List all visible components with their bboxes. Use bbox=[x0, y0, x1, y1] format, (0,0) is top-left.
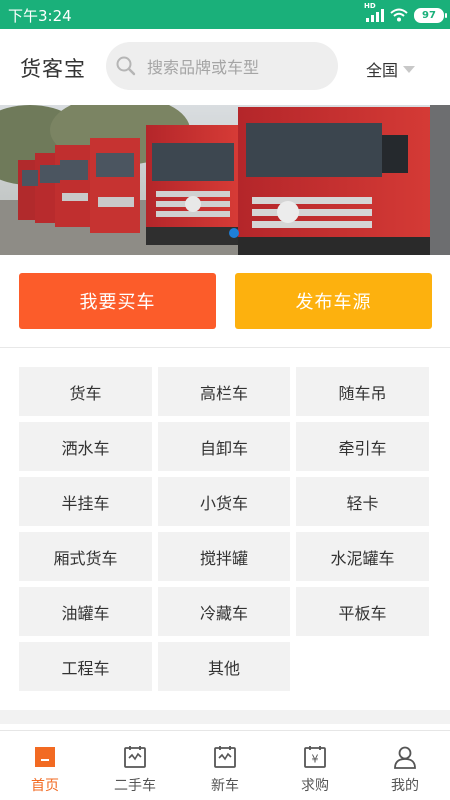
banner-carousel[interactable] bbox=[0, 105, 450, 255]
category-item[interactable]: 自卸车 bbox=[158, 422, 290, 471]
wifi-icon bbox=[390, 8, 408, 22]
search-input[interactable]: 搜索品牌或车型 bbox=[106, 42, 338, 90]
tab-used-car[interactable]: 二手车 bbox=[90, 731, 180, 800]
category-item[interactable]: 半挂车 bbox=[19, 477, 152, 526]
category-item[interactable]: 搅拌罐 bbox=[158, 532, 290, 581]
status-icons: HD 97 bbox=[364, 2, 447, 25]
svg-text:¥: ¥ bbox=[312, 753, 319, 766]
battery-level: 97 bbox=[422, 9, 436, 21]
category-item[interactable]: 随车吊 bbox=[296, 367, 429, 416]
app-logo: 货客宝 bbox=[20, 57, 86, 81]
category-item[interactable]: 平板车 bbox=[296, 587, 429, 636]
bottom-tab-bar: 首页 二手车 新车 ¥ 求购 我的 bbox=[0, 730, 450, 800]
status-time: 下午3:24 bbox=[8, 7, 72, 25]
banner-image bbox=[0, 105, 450, 255]
category-item[interactable]: 货车 bbox=[19, 367, 152, 416]
buy-car-button[interactable]: 我要买车 bbox=[19, 273, 216, 329]
network-type: HD bbox=[364, 2, 376, 10]
tab-label: 求购 bbox=[301, 778, 329, 794]
search-placeholder: 搜索品牌或车型 bbox=[147, 58, 260, 77]
chevron-down-icon bbox=[403, 66, 416, 73]
search-icon bbox=[116, 56, 136, 76]
tab-label: 二手车 bbox=[114, 778, 156, 794]
status-bar: 下午3:24 HD 97 bbox=[0, 0, 450, 29]
tab-label: 新车 bbox=[211, 778, 239, 794]
category-item[interactable]: 油罐车 bbox=[19, 587, 152, 636]
tab-label: 我的 bbox=[391, 778, 419, 794]
tab-purchase[interactable]: ¥ 求购 bbox=[270, 731, 360, 800]
region-label: 全国 bbox=[366, 61, 399, 80]
category-item[interactable]: 冷藏车 bbox=[158, 587, 290, 636]
category-item[interactable]: 小货车 bbox=[158, 477, 290, 526]
category-item[interactable]: 高栏车 bbox=[158, 367, 290, 416]
app-root: 下午3:24 HD 97 货客宝 搜索品牌或车型 全国 我要买车 发布车源 货车… bbox=[0, 0, 450, 800]
battery-icon: 97 bbox=[414, 7, 447, 23]
section-divider bbox=[0, 347, 450, 348]
category-grid: 货车 高栏车 随车吊洒水车 自卸车 牵引车半挂车 小货车 轻卡厢式货车 搅拌罐 水泥罐车油罐车冷… bbox=[19, 367, 431, 691]
carousel-indicator[interactable] bbox=[229, 228, 239, 238]
signal-icon: HD bbox=[364, 2, 384, 22]
profile-icon bbox=[394, 746, 416, 769]
category-item[interactable]: 轻卡 bbox=[296, 477, 429, 526]
tab-profile[interactable]: 我的 bbox=[360, 731, 450, 800]
category-item[interactable]: 工程车 bbox=[19, 642, 152, 691]
tab-new-car[interactable]: 新车 bbox=[180, 731, 270, 800]
category-item[interactable]: 洒水车 bbox=[19, 422, 152, 471]
category-item[interactable]: 厢式货车 bbox=[19, 532, 152, 581]
publish-car-button[interactable]: 发布车源 bbox=[235, 273, 432, 329]
tab-label: 首页 bbox=[31, 778, 59, 794]
top-header: 货客宝 搜索品牌或车型 全国 bbox=[0, 29, 450, 105]
region-selector[interactable]: 全国 bbox=[366, 57, 416, 81]
category-item[interactable]: 牵引车 bbox=[296, 422, 429, 471]
category-item[interactable]: 其他 bbox=[158, 642, 290, 691]
category-item[interactable]: 水泥罐车 bbox=[296, 532, 429, 581]
used-car-icon bbox=[124, 746, 146, 768]
tab-home[interactable]: 首页 bbox=[0, 731, 90, 800]
purchase-icon: ¥ bbox=[304, 746, 326, 768]
section-gap bbox=[0, 710, 450, 724]
new-car-icon bbox=[214, 746, 236, 768]
home-icon bbox=[35, 747, 55, 767]
